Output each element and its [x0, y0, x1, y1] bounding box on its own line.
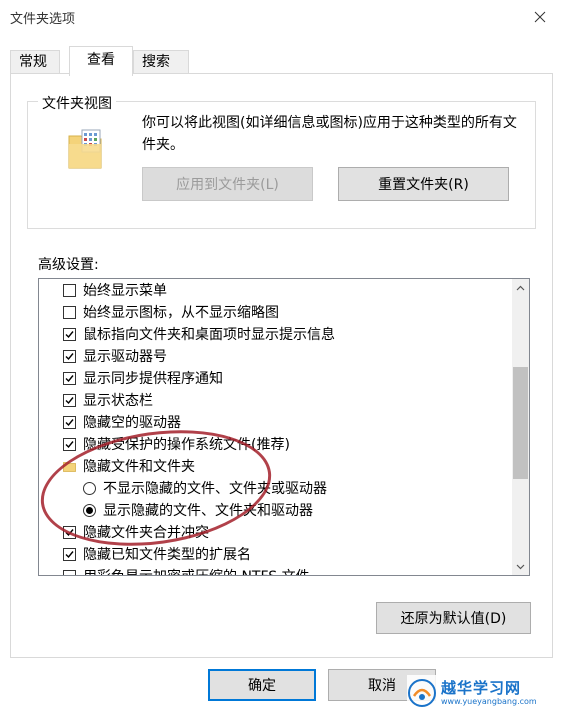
list-item[interactable]: 隐藏已知文件类型的扩展名 — [63, 543, 251, 565]
checkmark-icon — [65, 396, 74, 404]
checkbox-checked[interactable] — [63, 327, 76, 341]
checkmark-icon — [65, 440, 74, 448]
scroll-down-button[interactable] — [512, 558, 529, 575]
folder-views-label: 文件夹视图 — [38, 93, 116, 113]
window-title: 文件夹选项 — [10, 12, 76, 27]
tab-view[interactable]: 查看 — [69, 46, 133, 76]
checkbox-checked[interactable] — [63, 393, 76, 407]
list-item[interactable]: 显示状态栏 — [63, 389, 153, 411]
list-item[interactable]: 隐藏文件夹合并冲突 — [63, 521, 209, 543]
checkbox-checked[interactable] — [63, 371, 76, 385]
list-item[interactable]: 显示隐藏的文件、文件夹和驱动器 — [83, 499, 313, 521]
watermark-logo-icon — [408, 679, 436, 707]
checkbox[interactable] — [63, 569, 76, 575]
checkbox[interactable] — [63, 283, 76, 297]
folder-views-icon — [68, 129, 102, 169]
radio-button[interactable] — [83, 481, 96, 495]
advanced-settings-label: 高级设置: — [38, 257, 99, 273]
list-item[interactable]: 用彩色显示加密或压缩的 NTFS 文件 — [63, 565, 310, 575]
watermark: 越华学习网 www.yueyangbang.com — [407, 675, 557, 711]
tab-search[interactable]: 搜索 — [133, 50, 189, 75]
folder-icon — [63, 461, 76, 472]
list-item[interactable]: 显示同步提供程序通知 — [63, 367, 223, 389]
radio-button-selected[interactable] — [83, 503, 96, 517]
list-item-group: 隐藏文件和文件夹 — [63, 455, 195, 477]
list-item[interactable]: 隐藏空的驱动器 — [63, 411, 181, 433]
checkbox-checked[interactable] — [63, 547, 76, 561]
vertical-scrollbar[interactable] — [512, 279, 529, 575]
list-item[interactable]: 显示驱动器号 — [63, 345, 167, 367]
ok-button[interactable]: 确定 — [208, 669, 316, 701]
checkbox-checked[interactable] — [63, 437, 76, 451]
list-item[interactable]: 始终显示菜单 — [63, 279, 167, 301]
checkmark-icon — [65, 550, 74, 558]
reset-folders-button[interactable]: 重置文件夹(R) — [338, 167, 509, 201]
checkmark-icon — [65, 418, 74, 426]
apply-to-folders-button[interactable]: 应用到文件夹(L) — [142, 167, 313, 201]
radio-dot — [86, 506, 93, 514]
restore-defaults-button[interactable]: 还原为默认值(D) — [376, 602, 531, 634]
list-item[interactable]: 不显示隐藏的文件、文件夹或驱动器 — [83, 477, 327, 499]
checkbox-checked[interactable] — [63, 415, 76, 429]
watermark-name: 越华学习网 — [441, 678, 522, 697]
advanced-settings-list[interactable]: 始终显示菜单 始终显示图标，从不显示缩略图 鼠标指向文件夹和桌面项时显示提示信息… — [38, 278, 530, 576]
list-item[interactable]: 始终显示图标，从不显示缩略图 — [63, 301, 279, 323]
tab-general[interactable]: 常规 — [10, 50, 60, 75]
checkbox-checked[interactable] — [63, 349, 76, 363]
title-bar: 文件夹选项 — [0, 0, 563, 33]
checkmark-icon — [65, 528, 74, 536]
watermark-url: www.yueyangbang.com — [441, 696, 537, 706]
checkbox-checked[interactable] — [63, 525, 76, 539]
checkmark-icon — [65, 352, 74, 360]
close-icon — [534, 11, 546, 22]
list-item[interactable]: 鼠标指向文件夹和桌面项时显示提示信息 — [63, 323, 335, 345]
folder-views-description: 你可以将此视图(如详细信息或图标)应用于这种类型的所有文件夹。 — [142, 115, 517, 153]
chevron-down-icon — [516, 564, 525, 569]
close-button[interactable] — [517, 0, 563, 33]
checkbox[interactable] — [63, 305, 76, 319]
checkmark-icon — [65, 330, 74, 338]
list-item[interactable]: 隐藏受保护的操作系统文件(推荐) — [63, 433, 290, 455]
chevron-up-icon — [516, 285, 525, 290]
scroll-up-button[interactable] — [512, 279, 529, 296]
checkmark-icon — [65, 374, 74, 382]
scroll-thumb[interactable] — [513, 367, 528, 479]
